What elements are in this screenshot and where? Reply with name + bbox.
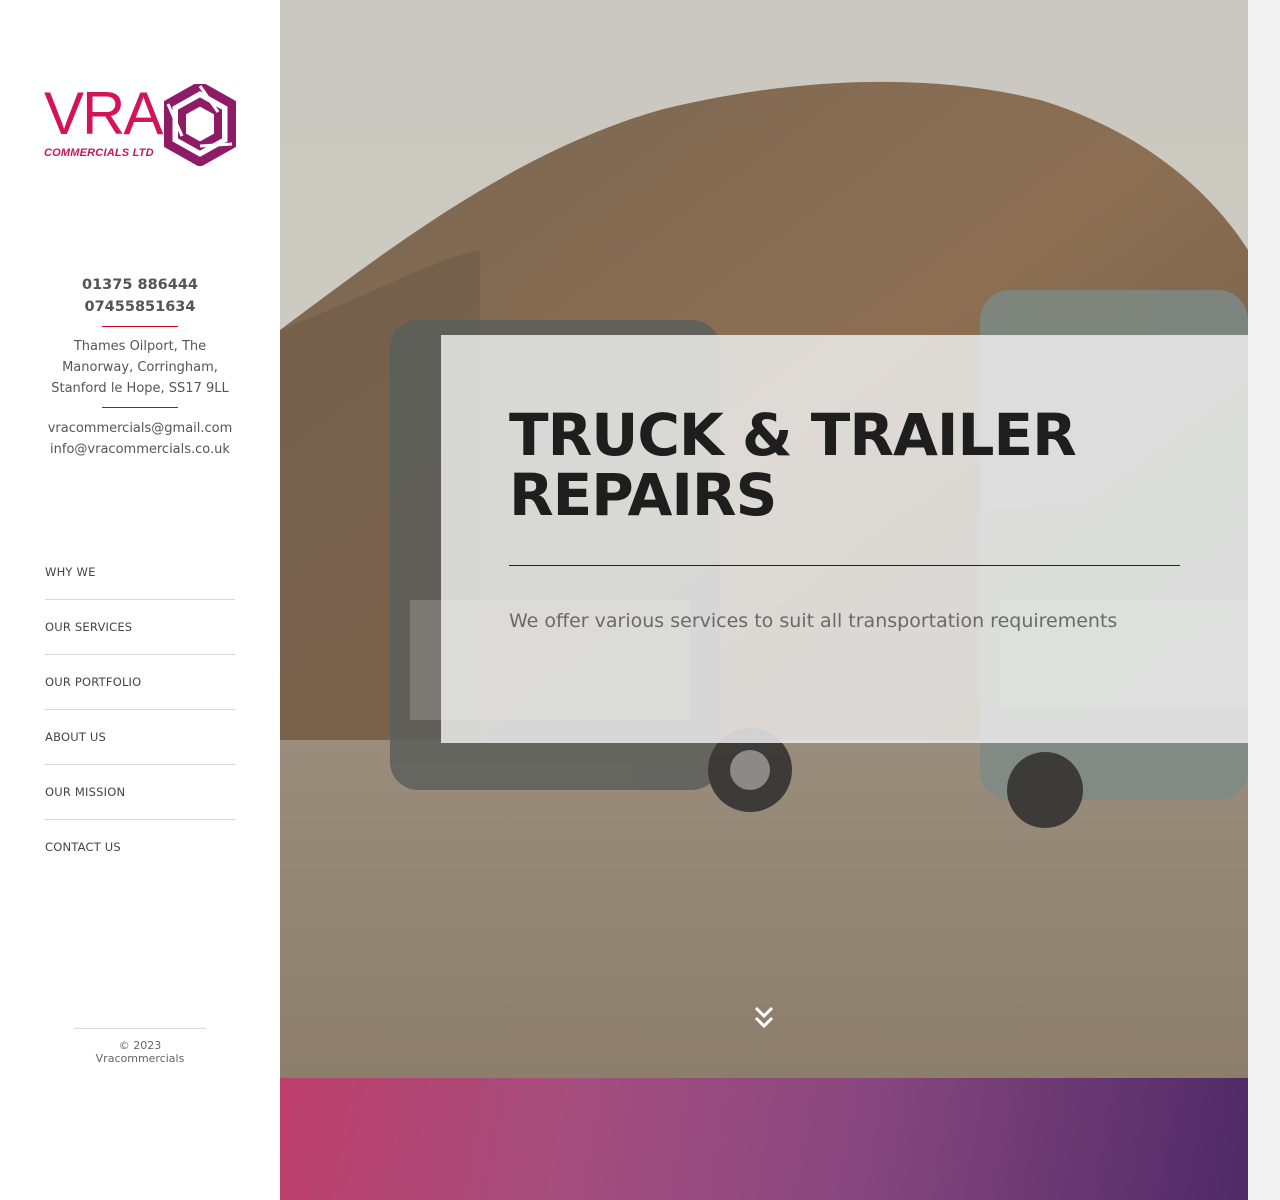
hero-divider xyxy=(509,565,1180,566)
logo-subtitle: COMMERCIALS LTD xyxy=(44,147,154,159)
hero-title: TRUCK & TRAILER REPAIRS xyxy=(509,401,1077,529)
logo-name: VRA xyxy=(44,80,163,147)
nav-item-our-mission[interactable]: OUR MISSION xyxy=(45,765,235,820)
logo-wordmark: VRA COMMERCIALS LTD xyxy=(44,80,163,160)
phone-number-secondary[interactable]: 07455851634 xyxy=(40,296,240,318)
hero-section: TRUCK & TRAILER REPAIRS We offer various… xyxy=(280,0,1248,1078)
hero-subtitle: We offer various services to suit all tr… xyxy=(509,610,1118,632)
copyright: © 2023 Vracommercials xyxy=(74,1028,206,1065)
phone-number-primary[interactable]: 01375 886444 xyxy=(40,274,240,296)
nav-item-our-services[interactable]: OUR SERVICES xyxy=(45,600,235,655)
logo-hexagon-icon xyxy=(164,84,236,166)
nav-item-why-we[interactable]: WHY WE xyxy=(45,545,235,600)
address: Thames Oilport, The Manorway, Corringham… xyxy=(51,339,229,396)
contact-block: 01375 886444 07455851634 Thames Oilport,… xyxy=(40,274,240,460)
divider xyxy=(102,407,178,408)
nav-item-our-portfolio[interactable]: OUR PORTFOLIO xyxy=(45,655,235,710)
nav-item-contact-us[interactable]: CONTACT US xyxy=(45,820,235,875)
email-primary[interactable]: vracommercials@gmail.com xyxy=(40,418,240,439)
brand-logo[interactable]: VRA COMMERCIALS LTD xyxy=(44,84,236,168)
sidebar: VRA COMMERCIALS LTD 01375 886444 0745585… xyxy=(0,0,280,1200)
nav-item-about-us[interactable]: ABOUT US xyxy=(45,710,235,765)
gradient-section xyxy=(280,1078,1248,1200)
divider xyxy=(102,326,178,327)
hero-text-panel: TRUCK & TRAILER REPAIRS We offer various… xyxy=(441,335,1248,743)
main-nav: WHY WE OUR SERVICES OUR PORTFOLIO ABOUT … xyxy=(45,545,235,875)
email-secondary[interactable]: info@vracommercials.co.uk xyxy=(40,439,240,460)
double-chevron-down-icon[interactable] xyxy=(752,1004,776,1034)
